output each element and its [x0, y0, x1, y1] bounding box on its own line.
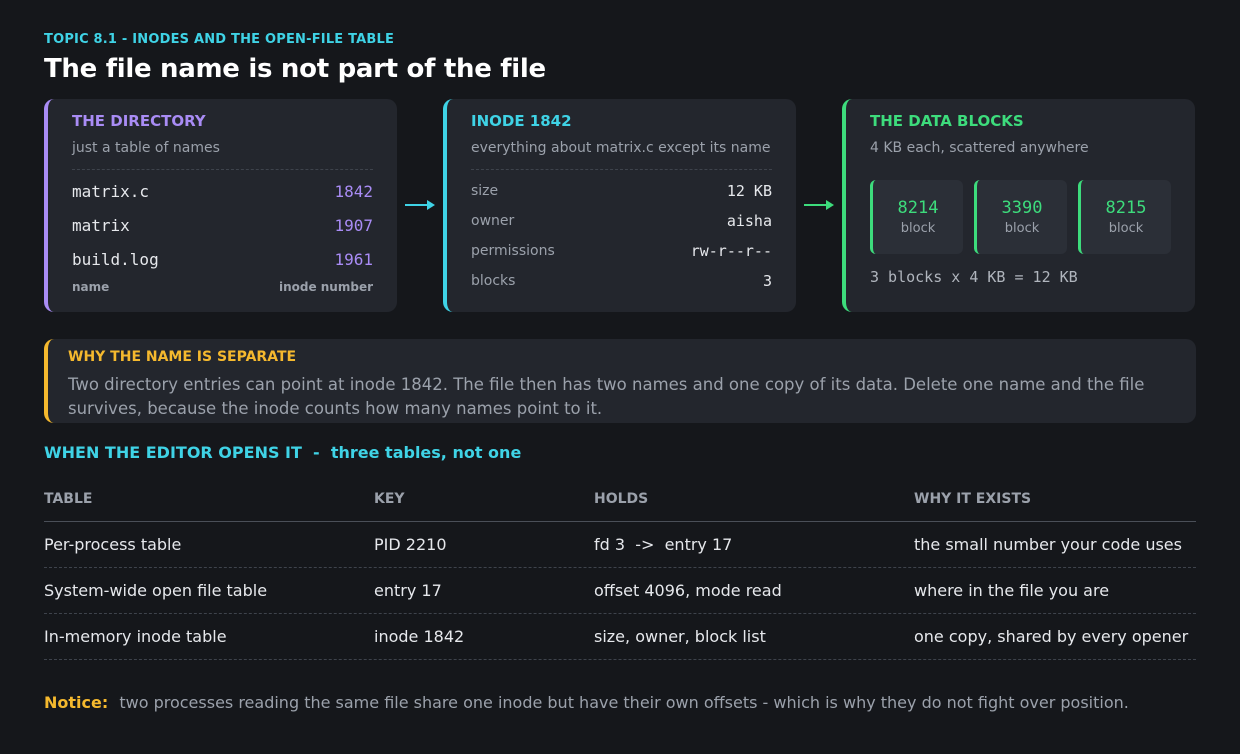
section-heading: WHEN THE EDITOR OPENS IT - three tables,… [44, 443, 521, 462]
inode-subtitle: everything about matrix.c except its nam… [471, 140, 771, 156]
arrow-right-icon [405, 200, 435, 210]
header-cell: KEY [374, 491, 405, 507]
inode-title: INODE 1842 [471, 112, 572, 130]
column-label-inode: inode number [278, 280, 373, 294]
inode-field: permissions rw-r--r-- [471, 236, 772, 266]
section-heading-emphasis: three tables, not one [330, 443, 522, 462]
inode-card: INODE 1842 everything about matrix.c exc… [443, 99, 796, 312]
notice-label: Notice: [44, 693, 109, 712]
notice-text: two processes reading the same file shar… [119, 693, 1129, 712]
field-key: owner [471, 213, 515, 229]
entry-inode: 1961 [334, 249, 373, 269]
entry-inode: 1907 [334, 215, 373, 235]
column-label-name: name [72, 280, 110, 294]
data-blocks-title: THE DATA BLOCKS [870, 112, 1024, 130]
field-value: 3 [762, 272, 772, 290]
divider [471, 169, 772, 170]
table-cell: PID 2210 [374, 535, 447, 554]
table-row: System-wide open file table entry 17 off… [44, 568, 1196, 614]
table-cell: one copy, shared by every opener [914, 627, 1189, 646]
directory-entry: matrix.c 1842 [72, 174, 373, 208]
field-key: blocks [471, 273, 516, 289]
block-label: block [900, 221, 936, 236]
inode-field: size 12 KB [471, 176, 772, 206]
why-callout: WHY THE NAME IS SEPARATE Two directory e… [44, 339, 1196, 423]
field-value: aisha [726, 212, 772, 230]
table-cell: In-memory inode table [44, 627, 227, 646]
block-number: 3390 [1001, 198, 1043, 218]
entry-inode: 1842 [334, 181, 373, 201]
notice-note: Notice: two processes reading the same f… [44, 693, 1129, 712]
section-heading-main: WHEN THE EDITOR OPENS IT - [44, 443, 331, 462]
table-header: TABLE KEY HOLDS WHY IT EXISTS [44, 477, 1196, 522]
open-tables-table: TABLE KEY HOLDS WHY IT EXISTS Per-proces… [44, 477, 1196, 660]
data-block: 3390 block [974, 180, 1067, 254]
table-cell: Per-process table [44, 535, 182, 554]
entry-name: matrix.c [72, 181, 150, 201]
arrow-right-icon [804, 200, 834, 210]
table-cell: entry 17 [374, 581, 442, 600]
inode-field: owner aisha [471, 206, 772, 236]
field-key: size [471, 183, 499, 199]
directory-subtitle: just a table of names [72, 140, 220, 156]
entry-name: matrix [72, 215, 130, 235]
table-cell: where in the file you are [914, 581, 1110, 600]
field-value: rw-r--r-- [690, 242, 772, 260]
table-cell: fd 3 -> entry 17 [594, 535, 733, 554]
inode-field: blocks 3 [471, 266, 772, 296]
page-title: The file name is not part of the file [44, 54, 546, 84]
table-cell: System-wide open file table [44, 581, 268, 600]
data-block: 8214 block [870, 180, 963, 254]
field-value: 12 KB [726, 182, 772, 200]
divider [72, 169, 373, 170]
table-cell: size, owner, block list [594, 627, 766, 646]
directory-title: THE DIRECTORY [72, 112, 206, 130]
header-cell: WHY IT EXISTS [914, 491, 1032, 507]
header-cell: TABLE [44, 491, 93, 507]
header-cell: HOLDS [594, 491, 649, 507]
field-key: permissions [471, 243, 555, 259]
table-cell: inode 1842 [374, 627, 465, 646]
table-row: Per-process table PID 2210 fd 3 -> entry… [44, 522, 1196, 568]
block-number: 8215 [1105, 198, 1147, 218]
block-label: block [1004, 221, 1040, 236]
directory-card: THE DIRECTORY just a table of names matr… [44, 99, 397, 312]
blocks-total: 3 blocks x 4 KB = 12 KB [870, 268, 1078, 286]
directory-entry: matrix 1907 [72, 208, 373, 242]
table-cell: offset 4096, mode read [594, 581, 782, 600]
data-blocks-card: THE DATA BLOCKS 4 KB each, scattered any… [842, 99, 1195, 312]
block-label: block [1108, 221, 1144, 236]
data-block: 8215 block [1078, 180, 1171, 254]
block-number: 8214 [897, 198, 939, 218]
directory-entry: build.log 1961 [72, 242, 373, 276]
data-blocks-subtitle: 4 KB each, scattered anywhere [870, 140, 1089, 156]
topic-label: TOPIC 8.1 - INODES AND THE OPEN-FILE TAB… [44, 32, 395, 47]
why-body: Two directory entries can point at inode… [68, 375, 1145, 418]
why-title: WHY THE NAME IS SEPARATE [68, 349, 297, 365]
entry-name: build.log [72, 249, 159, 269]
table-cell: the small number your code uses [914, 535, 1182, 554]
table-row: In-memory inode table inode 1842 size, o… [44, 614, 1196, 660]
